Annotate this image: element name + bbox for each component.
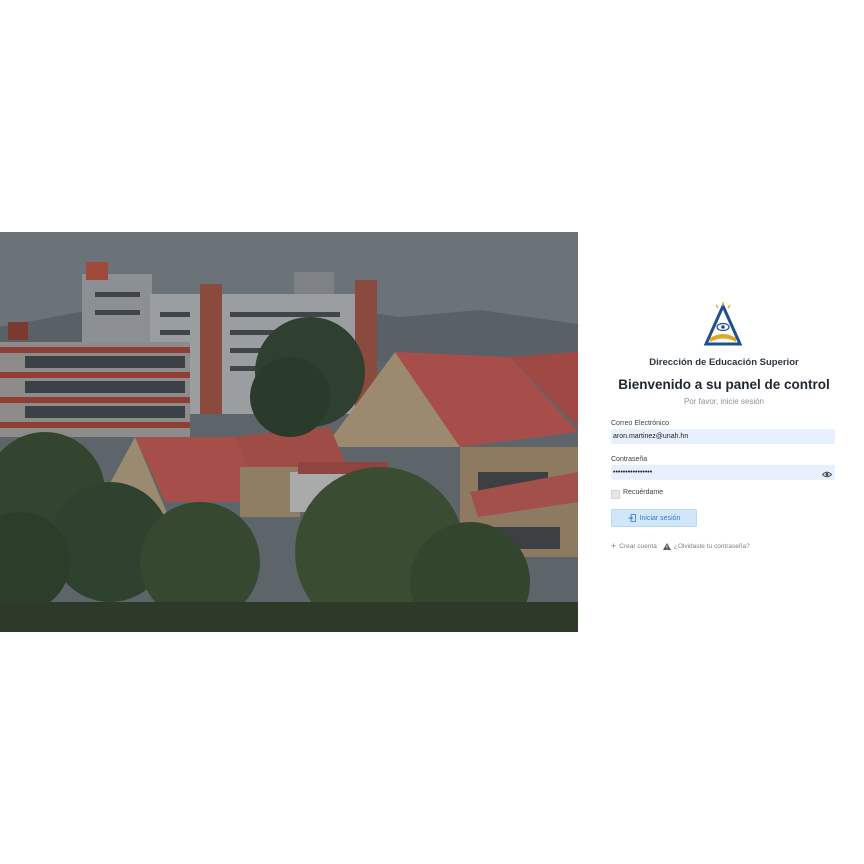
auth-links: + Crear cuenta ¿Olvidaste tu contraseña? [611, 542, 750, 551]
forgot-password-link[interactable]: ¿Olvidaste tu contraseña? [662, 543, 750, 550]
warning-icon [662, 543, 671, 550]
triangle-book-eye-logo [703, 302, 743, 346]
password-label: Contraseña [611, 456, 648, 463]
create-account-label: Crear cuenta [619, 543, 657, 550]
create-account-link[interactable]: + Crear cuenta [611, 542, 657, 551]
sign-in-icon [627, 514, 636, 522]
page-title: Bienvenido a su panel de control [618, 377, 830, 392]
remember-label: Recuérdame [623, 489, 664, 496]
login-button[interactable]: Iniciar sesión [611, 509, 697, 527]
forgot-password-label: ¿Olvidaste tu contraseña? [673, 543, 750, 550]
page-subtitle: Por favor, inicie sesión [683, 397, 765, 406]
show-password-icon[interactable] [822, 471, 832, 478]
remember-checkbox[interactable] [611, 490, 620, 499]
email-field[interactable]: aron.martinez@unah.hn [611, 429, 835, 444]
login-button-label: Iniciar sesión [639, 514, 681, 522]
plus-icon: + [611, 541, 617, 551]
login-panel: Dirección de Educación Superior Bienveni… [578, 232, 864, 632]
password-field[interactable]: •••••••••••••••• [611, 465, 835, 480]
email-label: Correo Electrónico [611, 420, 669, 427]
campus-photo [0, 232, 578, 632]
login-page: Dirección de Educación Superior Bienveni… [0, 0, 864, 864]
organization-name: Dirección de Educación Superior [649, 357, 799, 368]
